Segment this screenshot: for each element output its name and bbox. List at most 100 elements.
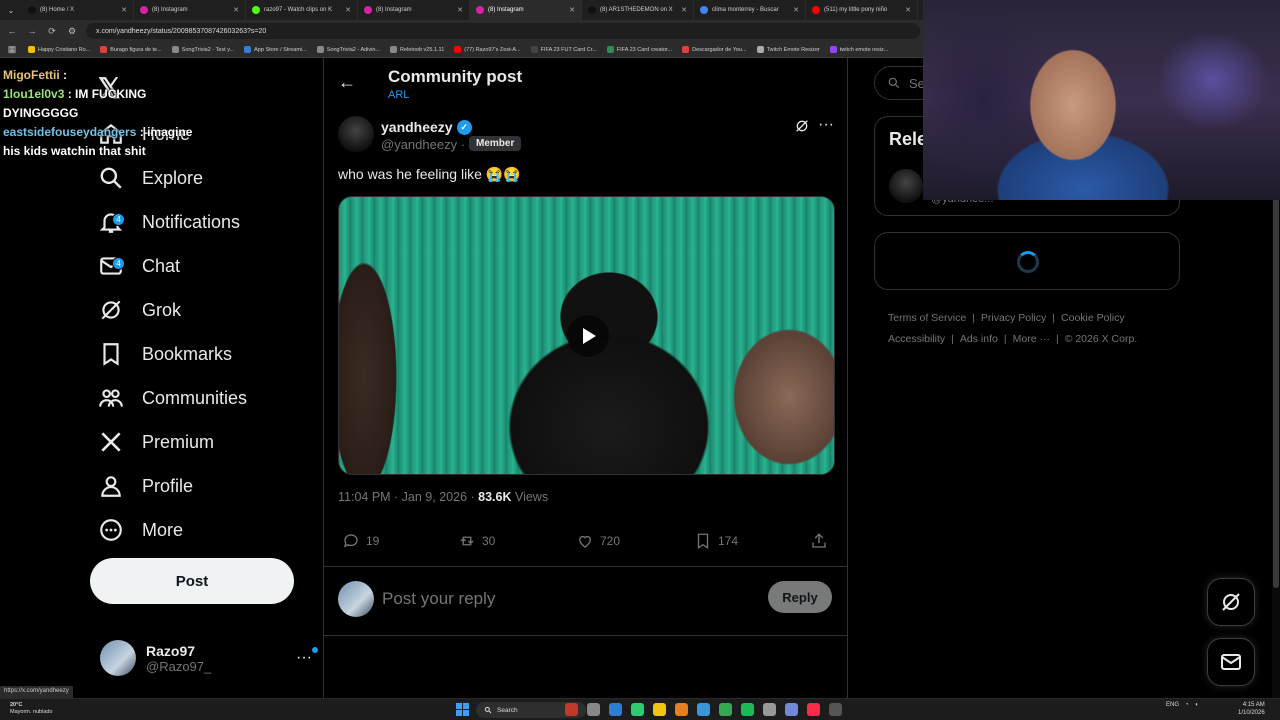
share-action[interactable] bbox=[810, 532, 828, 550]
wifi-icon[interactable]: ◔ bbox=[1185, 702, 1189, 708]
chrome-icon[interactable] bbox=[719, 703, 732, 716]
post-video[interactable] bbox=[338, 196, 835, 475]
play-icon[interactable] bbox=[567, 315, 609, 357]
reload-button[interactable]: ⟳ bbox=[46, 26, 58, 37]
footer-link[interactable]: More ··· bbox=[1013, 333, 1050, 345]
bookmark-item[interactable]: Twitch Emote Resizer bbox=[756, 46, 820, 53]
back-nav-button[interactable]: ← bbox=[6, 26, 18, 36]
mail-app-icon[interactable] bbox=[697, 703, 710, 716]
widgets-icon[interactable] bbox=[565, 703, 578, 716]
post-more-icon[interactable]: ··· bbox=[818, 116, 834, 134]
footer-link[interactable]: Privacy Policy bbox=[981, 312, 1046, 324]
spotify-icon[interactable] bbox=[741, 703, 754, 716]
author-name-row[interactable]: yandheezy ✓ bbox=[381, 119, 472, 135]
browser-tab[interactable]: (8) Instagram ✕ bbox=[134, 0, 246, 20]
language-indicator[interactable]: ENG bbox=[1166, 702, 1179, 708]
tab-close-icon[interactable]: ✕ bbox=[677, 6, 687, 14]
avatar[interactable] bbox=[889, 169, 923, 203]
bookmark-item[interactable]: SongTrivia2 - Test y... bbox=[171, 46, 234, 53]
search-icon bbox=[888, 77, 900, 89]
nav-item-chat[interactable]: 4 Chat bbox=[98, 246, 180, 286]
footer-link[interactable]: Accessibility bbox=[888, 333, 945, 345]
footer-link[interactable]: Terms of Service bbox=[888, 312, 966, 324]
browser-tab[interactable]: (8) Instagram ✕ bbox=[358, 0, 470, 20]
tab-list-menu-button[interactable]: ⌄ bbox=[0, 0, 22, 20]
browser-tab[interactable]: (511) my little pony niño ✕ bbox=[806, 0, 918, 20]
tab-close-icon[interactable]: ✕ bbox=[789, 6, 799, 14]
nav-item-notifications[interactable]: 4 Notifications bbox=[98, 202, 240, 242]
browser-tab[interactable]: (8) Instagram ✕ bbox=[470, 0, 582, 20]
nav-item-bookmarks[interactable]: Bookmarks bbox=[98, 334, 232, 374]
author-avatar[interactable] bbox=[338, 116, 374, 152]
tab-close-icon[interactable]: ✕ bbox=[901, 6, 911, 14]
tab-close-icon[interactable]: ✕ bbox=[341, 6, 351, 14]
store-icon[interactable] bbox=[631, 703, 644, 716]
bookmark-item[interactable]: Happy Cristiano Ro... bbox=[28, 46, 90, 53]
community-link[interactable]: ARL bbox=[388, 89, 409, 101]
author-name[interactable]: yandheezy bbox=[381, 119, 453, 135]
discord-icon[interactable] bbox=[785, 703, 798, 716]
post-button[interactable]: Post bbox=[90, 558, 294, 604]
grok-fab-button[interactable] bbox=[1207, 578, 1255, 626]
reply-button[interactable]: Reply bbox=[768, 581, 832, 613]
like-action[interactable]: 720 bbox=[576, 532, 620, 550]
weather-widget[interactable]: 20°C Mayorm. nublado bbox=[10, 702, 53, 716]
nav-item-explore[interactable]: Explore bbox=[98, 158, 203, 198]
task-view-icon[interactable] bbox=[587, 703, 600, 716]
bookmark-favicon-icon bbox=[28, 46, 35, 53]
bookmark-favicon-icon bbox=[171, 46, 179, 53]
address-bar[interactable]: x.com/yandheezy/status/20098537087426032… bbox=[86, 23, 920, 39]
reply-input[interactable] bbox=[382, 585, 762, 613]
bookmark-action[interactable]: 174 bbox=[694, 532, 738, 550]
site-info-icon[interactable]: ⚙ bbox=[66, 26, 78, 37]
browser-tab[interactable]: (8) AR1STHEDEMON on X ✕ bbox=[582, 0, 694, 20]
nav-item-grok[interactable]: Grok bbox=[98, 290, 181, 330]
browser-tab[interactable]: (8) Home / X ✕ bbox=[22, 0, 134, 20]
reply-action[interactable]: 19 bbox=[342, 532, 379, 550]
photos-icon[interactable] bbox=[675, 703, 688, 716]
account-more-icon[interactable]: ··· bbox=[296, 647, 318, 667]
volume-icon[interactable]: ◖ bbox=[1195, 702, 1199, 708]
bookmark-item[interactable]: FIFA 23 FUT Card Cr... bbox=[530, 46, 597, 53]
file-explorer-icon[interactable] bbox=[653, 703, 666, 716]
bookmark-item[interactable]: (77) Razo97's Zest-A... bbox=[454, 46, 521, 53]
obs-icon[interactable] bbox=[763, 703, 776, 716]
messages-fab-button[interactable] bbox=[1207, 638, 1255, 686]
nav-item-premium[interactable]: Premium bbox=[98, 422, 214, 462]
bookmark-item[interactable]: twitch emote resiz... bbox=[829, 46, 888, 53]
bookmark-item[interactable]: Burago figura de te... bbox=[100, 46, 162, 53]
footer-link[interactable]: Cookie Policy bbox=[1061, 312, 1125, 324]
tab-close-icon[interactable]: ✕ bbox=[565, 6, 575, 14]
tab-close-icon[interactable]: ✕ bbox=[117, 6, 127, 14]
tab-close-icon[interactable]: ✕ bbox=[453, 6, 463, 14]
repost-action[interactable]: 30 bbox=[458, 532, 495, 550]
bookmark-item[interactable]: FIFA 23 Card creator... bbox=[606, 46, 672, 53]
tab-close-icon[interactable]: ✕ bbox=[229, 6, 239, 14]
account-switcher[interactable]: Razo97 @Razo97_ ··· bbox=[100, 638, 318, 678]
clock-date: 1/10/2026 bbox=[1238, 710, 1265, 716]
edge-icon[interactable] bbox=[609, 703, 622, 716]
bookmark-item[interactable]: SongTrivia2 - Adivin... bbox=[316, 46, 380, 53]
bookmark-item[interactable]: Descargador de You... bbox=[682, 46, 747, 53]
account-handle: @Razo97_ bbox=[146, 658, 212, 674]
browser-tab[interactable]: clima monterrey - Buscar ✕ bbox=[694, 0, 806, 20]
author-handle[interactable]: @yandheezy · bbox=[381, 137, 465, 152]
browser-tab[interactable]: razo97 - Watch clips on K ✕ bbox=[246, 0, 358, 20]
system-tray[interactable]: ENG ◔ ◖ bbox=[1166, 702, 1198, 708]
nav-item-profile[interactable]: Profile bbox=[98, 466, 193, 506]
nav-item-communities[interactable]: Communities bbox=[98, 378, 247, 418]
nav-item-more[interactable]: More bbox=[98, 510, 183, 550]
bookmark-item[interactable]: App Store / Streami... bbox=[244, 46, 307, 53]
taskbar-clock[interactable]: 4:15 AM 1/10/2026 bbox=[1238, 701, 1265, 717]
windows-start-icon[interactable] bbox=[456, 703, 469, 716]
back-arrow-icon[interactable]: ← bbox=[338, 72, 356, 93]
apps-icon[interactable]: ▦ bbox=[6, 44, 18, 55]
forward-nav-button[interactable]: → bbox=[26, 26, 38, 36]
footer-link[interactable]: Ads info bbox=[960, 333, 998, 345]
music-app-icon[interactable] bbox=[807, 703, 820, 716]
bookmark-item[interactable]: Reletoob v25.1.11 bbox=[390, 46, 444, 53]
grok-icon[interactable] bbox=[794, 118, 810, 137]
settings-icon[interactable] bbox=[829, 703, 842, 716]
bookmark-label: Twitch Emote Resizer bbox=[766, 46, 820, 53]
post-timestamp[interactable]: 11:04 PM · Jan 9, 2026 · bbox=[338, 490, 478, 504]
